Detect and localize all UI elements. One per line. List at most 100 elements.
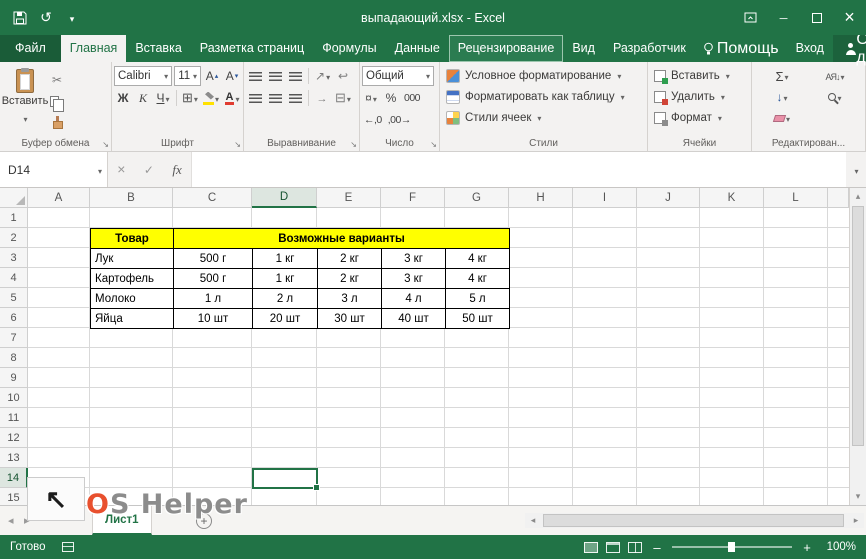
table-value-cell[interactable]: 1 л <box>173 288 253 309</box>
scroll-left-icon[interactable] <box>525 513 541 528</box>
zoom-in-button[interactable]: + <box>800 540 814 555</box>
decrease-decimal-button[interactable]: ,00→ <box>386 110 413 130</box>
macro-record-button[interactable] <box>62 542 74 552</box>
save-button[interactable] <box>8 5 32 31</box>
row-header-2[interactable]: 2 <box>0 228 28 248</box>
table-value-cell[interactable]: 3 кг <box>381 248 446 269</box>
zoom-level[interactable]: 100% <box>822 541 856 553</box>
scroll-up-icon[interactable] <box>850 188 866 205</box>
row-header-12[interactable]: 12 <box>0 428 28 448</box>
font-color-button[interactable]: А <box>223 88 241 108</box>
row-header-13[interactable]: 13 <box>0 448 28 468</box>
ribbon-tab-1[interactable]: Главная <box>61 35 127 62</box>
autosum-button[interactable]: Σ <box>756 66 808 86</box>
wrap-text-button[interactable] <box>334 66 352 86</box>
column-header-d[interactable]: D <box>252 188 317 208</box>
ribbon-tab-6[interactable]: Рецензирование <box>449 35 564 62</box>
table-product-cell[interactable]: Картофель <box>90 268 174 289</box>
ribbon-tab-3[interactable]: Разметка страниц <box>191 35 313 62</box>
column-header-e[interactable]: E <box>317 188 381 208</box>
clipboard-dialog-launcher[interactable] <box>102 140 109 149</box>
underline-button[interactable]: Ч <box>154 88 172 108</box>
enter-formula-icon[interactable] <box>144 161 154 179</box>
align-middle-button[interactable] <box>266 66 284 86</box>
font-name-select[interactable]: Calibri <box>114 66 172 86</box>
horizontal-scrollbar[interactable] <box>525 513 864 528</box>
sheet-tab-list1[interactable]: Лист1 <box>92 506 152 535</box>
minimize-button[interactable] <box>767 0 800 35</box>
insert-function-icon[interactable] <box>172 161 181 179</box>
horizontal-scroll-thumb[interactable] <box>543 514 844 527</box>
borders-button[interactable] <box>181 88 199 108</box>
ribbon-display-options-button[interactable] <box>734 0 767 35</box>
ribbon-tab-2[interactable]: Вставка <box>126 35 190 62</box>
number-dialog-launcher[interactable] <box>430 140 437 149</box>
vertical-scrollbar[interactable] <box>849 188 866 505</box>
format-as-table-button[interactable]: Форматировать как таблицу <box>446 86 645 107</box>
align-center-button[interactable] <box>266 88 284 108</box>
row-header-4[interactable]: 4 <box>0 268 28 288</box>
sort-filter-button[interactable] <box>809 66 861 86</box>
cancel-formula-icon[interactable] <box>117 161 125 179</box>
accounting-format-button[interactable] <box>362 88 380 108</box>
table-value-cell[interactable]: 1 кг <box>252 248 318 269</box>
row-header-10[interactable]: 10 <box>0 388 28 408</box>
row-header-11[interactable]: 11 <box>0 408 28 428</box>
ribbon-tab-8[interactable]: Разработчик <box>604 35 695 62</box>
scroll-down-icon[interactable] <box>850 488 866 505</box>
table-value-cell[interactable]: 10 шт <box>173 308 253 329</box>
formula-input[interactable] <box>192 152 846 187</box>
cut-button[interactable] <box>48 70 66 90</box>
normal-view-button[interactable] <box>584 542 598 553</box>
zoom-slider[interactable] <box>672 546 792 548</box>
vertical-scroll-thumb[interactable] <box>852 206 864 446</box>
cell-styles-button[interactable]: Стили ячеек <box>446 107 645 128</box>
column-header-partial[interactable] <box>828 188 849 208</box>
table-header-product[interactable]: Товар <box>90 228 174 249</box>
table-value-cell[interactable]: 4 кг <box>445 248 510 269</box>
table-value-cell[interactable]: 2 кг <box>317 248 382 269</box>
align-top-button[interactable] <box>246 66 264 86</box>
delete-cells-button[interactable]: Удалить <box>654 86 749 107</box>
table-value-cell[interactable]: 1 кг <box>252 268 318 289</box>
row-header-3[interactable]: 3 <box>0 248 28 268</box>
column-header-l[interactable]: L <box>764 188 828 208</box>
table-product-cell[interactable]: Молоко <box>90 288 174 309</box>
table-value-cell[interactable]: 2 л <box>252 288 318 309</box>
column-header-g[interactable]: G <box>445 188 509 208</box>
table-value-cell[interactable]: 5 л <box>445 288 510 309</box>
customize-quick-access-button[interactable] <box>60 5 84 31</box>
increase-font-size-button[interactable]: А▴ <box>203 66 221 86</box>
font-dialog-launcher[interactable] <box>234 140 241 149</box>
formula-bar-expand-button[interactable] <box>846 152 866 187</box>
column-header-k[interactable]: K <box>700 188 764 208</box>
ribbon-tab-4[interactable]: Формулы <box>313 35 385 62</box>
column-header-c[interactable]: C <box>173 188 252 208</box>
maximize-button[interactable] <box>800 0 833 35</box>
table-header-variants[interactable]: Возможные варианты <box>173 228 510 249</box>
increase-indent-button[interactable] <box>313 88 331 108</box>
tab-file[interactable]: Файл <box>0 35 61 62</box>
find-select-button[interactable] <box>809 87 861 107</box>
row-header-15[interactable]: 15 <box>0 488 28 505</box>
align-bottom-button[interactable] <box>286 66 304 86</box>
table-value-cell[interactable]: 2 кг <box>317 268 382 289</box>
column-header-j[interactable]: J <box>637 188 700 208</box>
decrease-font-size-button[interactable]: А▾ <box>223 66 241 86</box>
row-header-14[interactable]: 14 <box>0 468 28 488</box>
table-value-cell[interactable]: 3 л <box>317 288 382 309</box>
name-box[interactable]: D14 <box>0 152 108 187</box>
table-product-cell[interactable]: Лук <box>90 248 174 269</box>
row-header-7[interactable]: 7 <box>0 328 28 348</box>
align-left-button[interactable] <box>246 88 264 108</box>
add-sheet-button[interactable] <box>196 513 212 529</box>
sign-in-button[interactable]: Вход <box>787 35 833 62</box>
conditional-formatting-button[interactable]: Условное форматирование <box>446 65 645 86</box>
column-header-i[interactable]: I <box>573 188 637 208</box>
ribbon-tab-7[interactable]: Вид <box>563 35 604 62</box>
percent-style-button[interactable]: % <box>382 88 400 108</box>
table-value-cell[interactable]: 30 шт <box>317 308 382 329</box>
sheet-nav-left-icon[interactable] <box>8 514 14 527</box>
column-header-f[interactable]: F <box>381 188 445 208</box>
undo-button[interactable] <box>34 5 58 31</box>
